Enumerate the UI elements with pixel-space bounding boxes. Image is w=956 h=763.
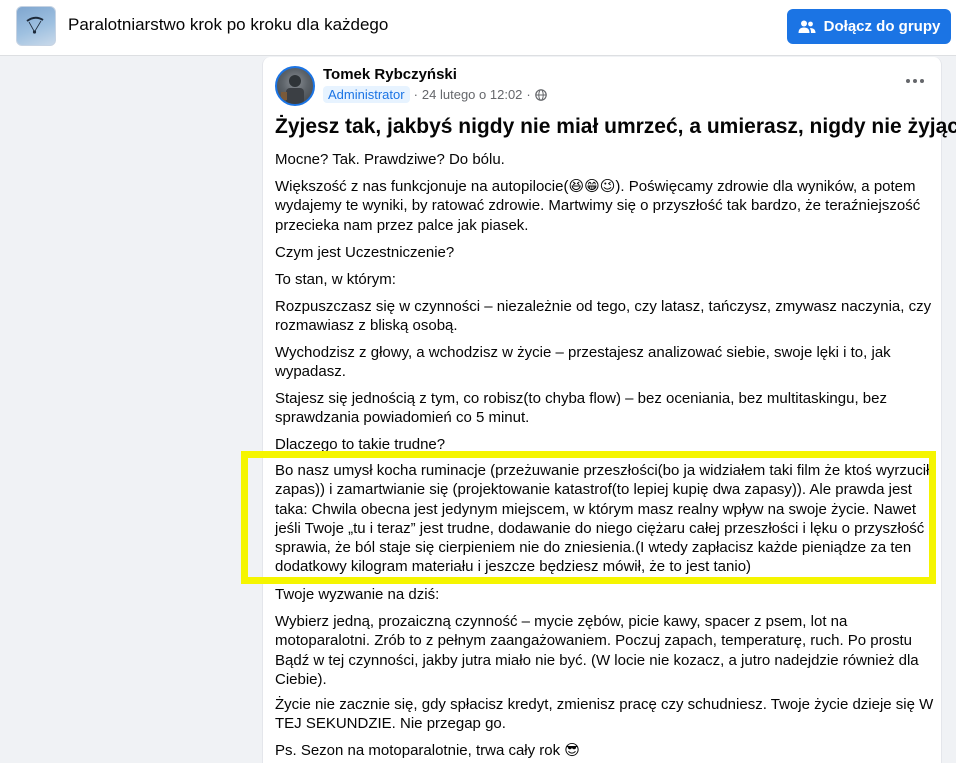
- post-paragraph: Wychodzisz z głowy, a wchodzisz w życie …: [275, 344, 891, 381]
- post-title: Żyjesz tak, jakbyś nigdy nie miał umrzeć…: [275, 115, 956, 138]
- group-header: Paralotniarstwo krok po kroku dla każdeg…: [0, 0, 956, 56]
- post-paragraph: To stan, w którym:: [275, 271, 396, 288]
- post-paragraph: Twoje wyzwanie na dziś:: [275, 586, 440, 603]
- globe-icon[interactable]: [534, 88, 547, 101]
- post-paragraph: Stajesz się jednością z tym, co robisz(t…: [275, 390, 887, 427]
- admin-badge[interactable]: Administrator: [323, 86, 410, 103]
- group-thumbnail[interactable]: [16, 6, 56, 46]
- post-paragraph-highlighted: Bo nasz umysł kocha ruminacje (przeżuwan…: [275, 462, 930, 576]
- post-meta: Administrator · 24 lutego o 12:02 ·: [323, 86, 547, 103]
- avatar-photo: [281, 75, 304, 104]
- join-group-label: Dołącz do grupy: [823, 18, 941, 35]
- more-options-icon: [906, 79, 924, 83]
- post-date[interactable]: 24 lutego o 12:02: [422, 87, 522, 102]
- group-title[interactable]: Paralotniarstwo krok po kroku dla każdeg…: [68, 15, 388, 35]
- post-paragraph: Ps. Sezon na motoparalotnie, trwa cały r…: [275, 742, 580, 759]
- post-paragraph: Czym jest Uczestniczenie?: [275, 244, 455, 261]
- meta-separator: ·: [413, 87, 418, 102]
- group-add-icon: [798, 20, 816, 33]
- post-paragraph: Wybierz jedną, prozaiczną czynność – myc…: [275, 613, 919, 688]
- meta-separator: ·: [526, 87, 531, 102]
- post-paragraph: Życie nie zacznie się, gdy spłacisz kred…: [275, 696, 934, 733]
- author-avatar[interactable]: [275, 66, 315, 106]
- post-paragraph: Mocne? Tak. Prawdziwe? Do bólu.: [275, 151, 505, 168]
- post-paragraph: Większość z nas funkcjonuje na autopiloc…: [275, 178, 921, 234]
- author-name[interactable]: Tomek Rybczyński: [323, 66, 457, 83]
- paraglider-icon: [26, 16, 44, 34]
- more-options-button[interactable]: [903, 69, 927, 93]
- post-card: Tomek Rybczyński Administrator · 24 lute…: [262, 57, 956, 763]
- post-paragraph: Dlaczego to takie trudne?: [275, 436, 446, 453]
- post-paragraph: Rozpuszczasz się w czynności – niezależn…: [275, 298, 932, 335]
- join-group-button[interactable]: Dołącz do grupy: [787, 9, 951, 44]
